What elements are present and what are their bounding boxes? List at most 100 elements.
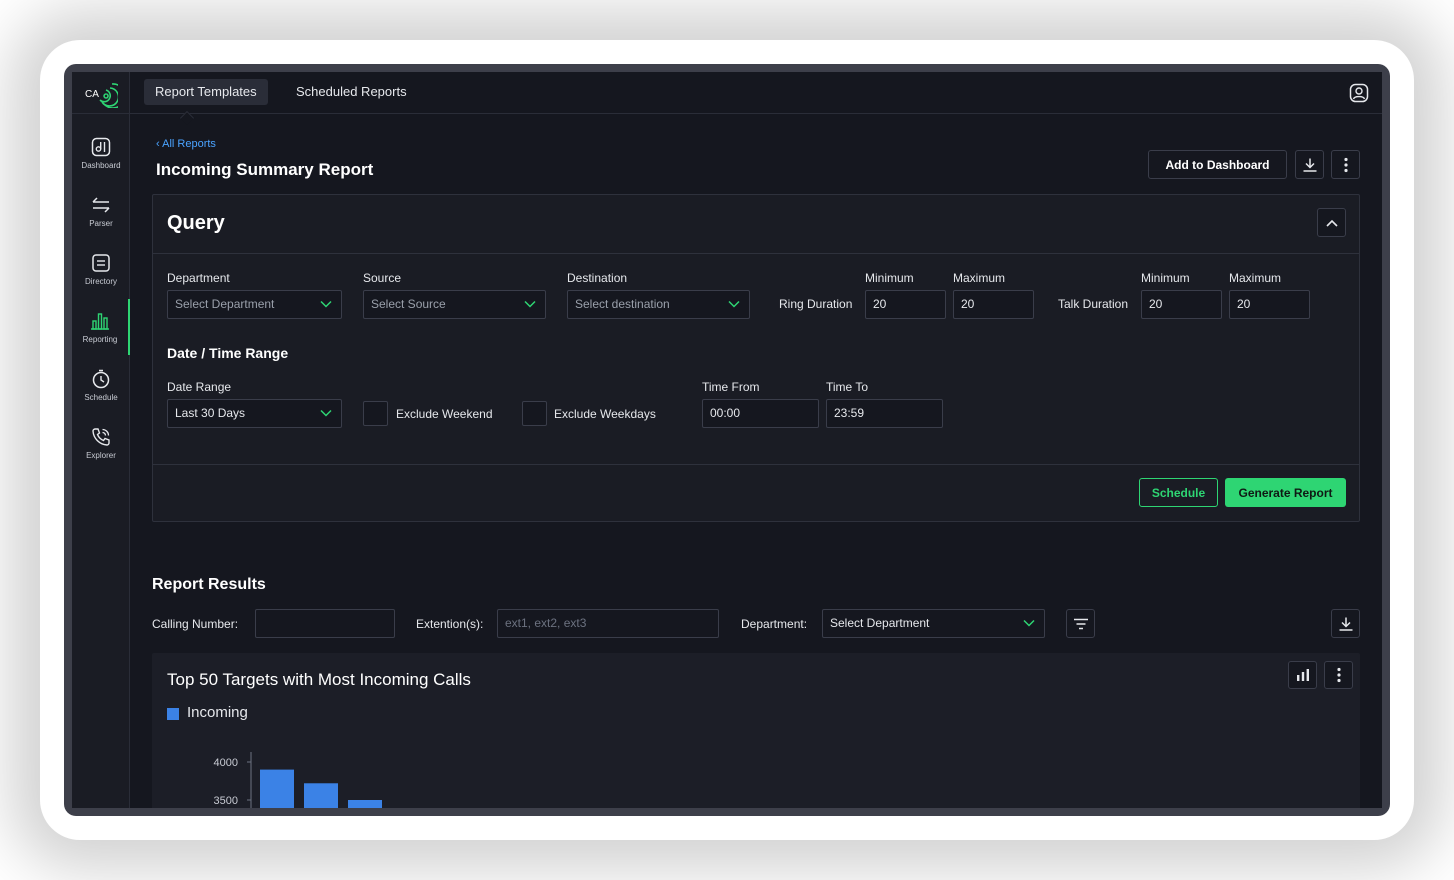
device-frame: CA Dashboard Parser Directory Reporting … bbox=[64, 64, 1390, 816]
download-results-button[interactable] bbox=[1331, 609, 1360, 638]
time-to-input[interactable]: 23:59 bbox=[826, 399, 943, 428]
chart-more-button[interactable] bbox=[1324, 661, 1353, 689]
main-content: ‹ All Reports Incoming Summary Report Ad… bbox=[130, 114, 1382, 808]
extensions-label: Extention(s): bbox=[416, 617, 484, 631]
department-label: Department bbox=[167, 271, 230, 285]
sidebar-label-dashboard: Dashboard bbox=[81, 161, 121, 170]
explorer-phone-icon bbox=[92, 428, 110, 446]
chevron-left-icon: ‹ bbox=[156, 138, 160, 150]
directory-icon bbox=[92, 254, 110, 272]
bar-incoming-0[interactable] bbox=[260, 769, 294, 808]
download-report-button[interactable] bbox=[1295, 150, 1324, 179]
query-title: Query bbox=[167, 212, 225, 234]
sidebar-item-reporting[interactable]: Reporting bbox=[72, 299, 130, 355]
talk-duration-label: Talk Duration bbox=[1058, 297, 1129, 311]
exclude-weekdays-checkbox[interactable] bbox=[522, 401, 547, 426]
talk-min-label: Minimum bbox=[1141, 271, 1190, 285]
results-department-label: Department: bbox=[741, 617, 808, 631]
chevron-down-icon bbox=[728, 300, 740, 308]
breadcrumb-all-reports[interactable]: ‹ All Reports bbox=[156, 138, 216, 150]
bar-incoming-1[interactable] bbox=[304, 783, 338, 808]
add-to-dashboard-button[interactable]: Add to Dashboard bbox=[1148, 150, 1287, 179]
exclude-weekdays-label: Exclude Weekdays bbox=[554, 407, 656, 421]
sidebar-item-dashboard[interactable]: Dashboard bbox=[72, 125, 130, 181]
more-vertical-icon bbox=[1343, 157, 1348, 172]
logo-icon: CA bbox=[85, 82, 118, 108]
source-label: Source bbox=[363, 271, 402, 285]
time-from-input[interactable]: 00:00 bbox=[702, 399, 819, 428]
sidebar-item-parser[interactable]: Parser bbox=[72, 183, 130, 239]
date-range-value: Last 30 Days bbox=[175, 406, 246, 420]
calling-number-input[interactable] bbox=[255, 609, 395, 638]
source-select[interactable]: Select Source bbox=[363, 290, 546, 319]
results-department-value: Select Department bbox=[830, 616, 930, 630]
y-tick-label-3500: 3500 bbox=[214, 795, 238, 807]
sidebar-label-schedule: Schedule bbox=[84, 393, 118, 402]
chevron-down-icon bbox=[1023, 619, 1035, 627]
query-panel: Query Department Select Department Sourc… bbox=[152, 194, 1360, 522]
ring-duration-min-input[interactable]: 20 bbox=[865, 290, 946, 319]
page-title: Incoming Summary Report bbox=[156, 160, 374, 179]
talk-duration-min-input[interactable]: 20 bbox=[1141, 290, 1222, 319]
header-more-button[interactable] bbox=[1331, 150, 1360, 179]
date-range-select[interactable]: Last 30 Days bbox=[167, 399, 342, 428]
talk-max-label: Maximum bbox=[1229, 271, 1282, 285]
date-time-range-title: Date / Time Range bbox=[167, 345, 289, 361]
breadcrumb-label: All Reports bbox=[162, 138, 216, 150]
download-icon bbox=[1339, 617, 1352, 631]
schedule-button[interactable]: Schedule bbox=[1139, 478, 1218, 507]
user-profile-icon[interactable] bbox=[1348, 82, 1370, 104]
chart-panel: Top 50 Targets with Most Incoming Calls … bbox=[152, 653, 1360, 808]
dashboard-icon bbox=[91, 137, 111, 157]
sidebar-item-schedule[interactable]: Schedule bbox=[72, 357, 130, 413]
chevron-down-icon bbox=[320, 300, 332, 308]
exclude-weekend-checkbox[interactable] bbox=[363, 401, 388, 426]
destination-select[interactable]: Select destination bbox=[567, 290, 750, 319]
bar-chart-icon bbox=[1296, 669, 1309, 681]
top-bar: Report Templates Scheduled Reports bbox=[130, 72, 1382, 114]
sidebar: CA Dashboard Parser Directory Reporting … bbox=[72, 72, 130, 808]
exclude-weekend-label: Exclude Weekend bbox=[396, 407, 493, 421]
chevron-down-icon bbox=[320, 409, 332, 417]
extensions-input[interactable]: ext1, ext2, ext3 bbox=[497, 609, 719, 638]
tab-scheduled-reports[interactable]: Scheduled Reports bbox=[285, 79, 418, 105]
logo-text: CA bbox=[85, 89, 99, 100]
schedule-clock-icon bbox=[92, 369, 110, 389]
chart-title: Top 50 Targets with Most Incoming Calls bbox=[167, 670, 471, 689]
reporting-bars-icon bbox=[91, 313, 109, 330]
talk-duration-max-input[interactable]: 20 bbox=[1229, 290, 1310, 319]
sidebar-label-directory: Directory bbox=[84, 277, 117, 286]
legend-label-incoming[interactable]: Incoming bbox=[187, 704, 248, 721]
destination-placeholder: Select destination bbox=[575, 297, 670, 311]
more-vertical-icon bbox=[1336, 667, 1341, 683]
destination-label: Destination bbox=[567, 271, 628, 285]
collapse-query-button[interactable] bbox=[1317, 208, 1346, 237]
time-to-label: Time To bbox=[826, 380, 869, 394]
chart-type-button[interactable] bbox=[1288, 661, 1317, 689]
tab-report-templates[interactable]: Report Templates bbox=[144, 79, 268, 105]
department-select[interactable]: Select Department bbox=[167, 290, 342, 319]
query-footer-divider bbox=[153, 464, 1359, 465]
query-header-divider bbox=[153, 253, 1359, 254]
bar-chart: 4000 3500 bbox=[214, 752, 382, 808]
ring-min-label: Minimum bbox=[865, 271, 914, 285]
app-logo[interactable]: CA bbox=[72, 72, 130, 114]
sidebar-item-directory[interactable]: Directory bbox=[72, 241, 130, 297]
generate-report-button[interactable]: Generate Report bbox=[1225, 478, 1346, 507]
sidebar-label-parser: Parser bbox=[89, 219, 113, 228]
ring-duration-label: Ring Duration bbox=[779, 297, 853, 311]
parser-arrows-icon bbox=[92, 197, 110, 213]
ring-duration-max-input[interactable]: 20 bbox=[953, 290, 1034, 319]
results-department-select[interactable]: Select Department bbox=[822, 609, 1045, 638]
ring-max-label: Maximum bbox=[953, 271, 1006, 285]
app-screen: CA Dashboard Parser Directory Reporting … bbox=[72, 72, 1382, 808]
report-results-title: Report Results bbox=[152, 576, 266, 593]
filter-button[interactable] bbox=[1066, 609, 1095, 638]
legend-swatch-incoming bbox=[167, 708, 179, 720]
source-placeholder: Select Source bbox=[371, 297, 446, 311]
chevron-up-icon bbox=[1325, 219, 1338, 227]
calling-number-label-text: Calling Number: bbox=[152, 617, 239, 631]
sidebar-item-explorer[interactable]: Explorer bbox=[72, 415, 130, 471]
download-icon bbox=[1303, 158, 1316, 172]
bar-incoming-2[interactable] bbox=[348, 800, 382, 808]
